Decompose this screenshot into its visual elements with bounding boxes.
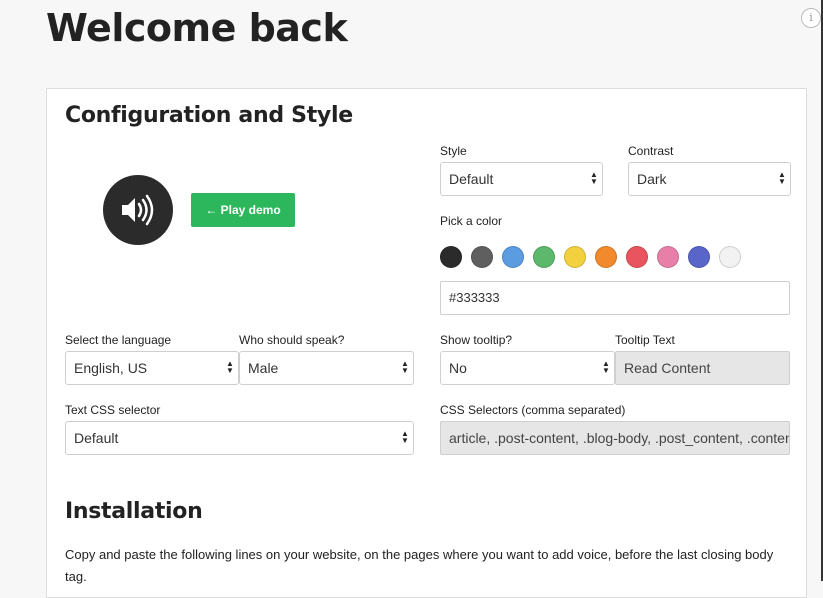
language-select[interactable]: English, US ▲ ▼ [65, 351, 239, 385]
speaker-button[interactable] [103, 175, 173, 245]
language-label: Select the language [65, 333, 172, 347]
color-swatch-black[interactable] [440, 246, 462, 268]
pick-color-label: Pick a color [440, 214, 503, 228]
tooltip-text-input[interactable]: Read Content [615, 351, 790, 385]
color-swatch-green[interactable] [533, 246, 555, 268]
color-swatch-pink[interactable] [657, 246, 679, 268]
speaker-icon [122, 194, 154, 226]
color-swatch-gray[interactable] [471, 246, 493, 268]
select-arrows-icon: ▲ ▼ [401, 359, 409, 375]
contrast-select-value: Dark [637, 171, 667, 187]
info-icon[interactable]: i [801, 8, 821, 28]
select-arrows-icon: ▲ ▼ [226, 359, 234, 375]
color-hex-input[interactable]: #333333 [440, 281, 790, 315]
text-css-selector-label: Text CSS selector [65, 403, 161, 417]
show-tooltip-select[interactable]: No ▲ ▼ [440, 351, 615, 385]
show-tooltip-select-value: No [449, 360, 467, 376]
color-swatch-indigo[interactable] [688, 246, 710, 268]
color-swatch-red[interactable] [626, 246, 648, 268]
configuration-heading: Configuration and Style [65, 103, 353, 128]
contrast-label: Contrast [628, 144, 674, 158]
style-select-value: Default [449, 171, 494, 187]
select-arrows-icon: ▲ ▼ [590, 170, 598, 186]
speaker-label: Who should speak? [239, 333, 345, 347]
text-css-selector-select[interactable]: Default ▲ ▼ [65, 421, 414, 455]
show-tooltip-label: Show tooltip? [440, 333, 513, 347]
color-swatch-orange[interactable] [595, 246, 617, 268]
language-select-value: English, US [74, 360, 148, 376]
speaker-select-value: Male [248, 360, 279, 376]
speaker-select[interactable]: Male ▲ ▼ [239, 351, 414, 385]
tooltip-text-label: Tooltip Text [615, 333, 675, 347]
color-swatch-yellow[interactable] [564, 246, 586, 268]
select-arrows-icon: ▲ ▼ [602, 359, 610, 375]
text-css-selector-value: Default [74, 430, 119, 446]
installation-heading: Installation [65, 499, 203, 524]
style-select[interactable]: Default ▲ ▼ [440, 162, 603, 196]
play-demo-button[interactable]: ← Play demo [191, 193, 295, 227]
contrast-select[interactable]: Dark ▲ ▼ [628, 162, 791, 196]
color-swatch-blue[interactable] [502, 246, 524, 268]
css-selectors-input[interactable]: article, .post-content, .blog-body, .pos… [440, 421, 790, 455]
select-arrows-icon: ▲ ▼ [778, 170, 786, 186]
configuration-card: Configuration and Style ← Play demo Styl… [46, 88, 807, 598]
color-swatch-white[interactable] [719, 246, 741, 268]
select-arrows-icon: ▲ ▼ [401, 429, 409, 445]
style-label: Style [440, 144, 467, 158]
page-title: Welcome back [46, 6, 348, 50]
css-selectors-label: CSS Selectors (comma separated) [440, 403, 626, 417]
installation-text: Copy and paste the following lines on yo… [65, 547, 774, 584]
